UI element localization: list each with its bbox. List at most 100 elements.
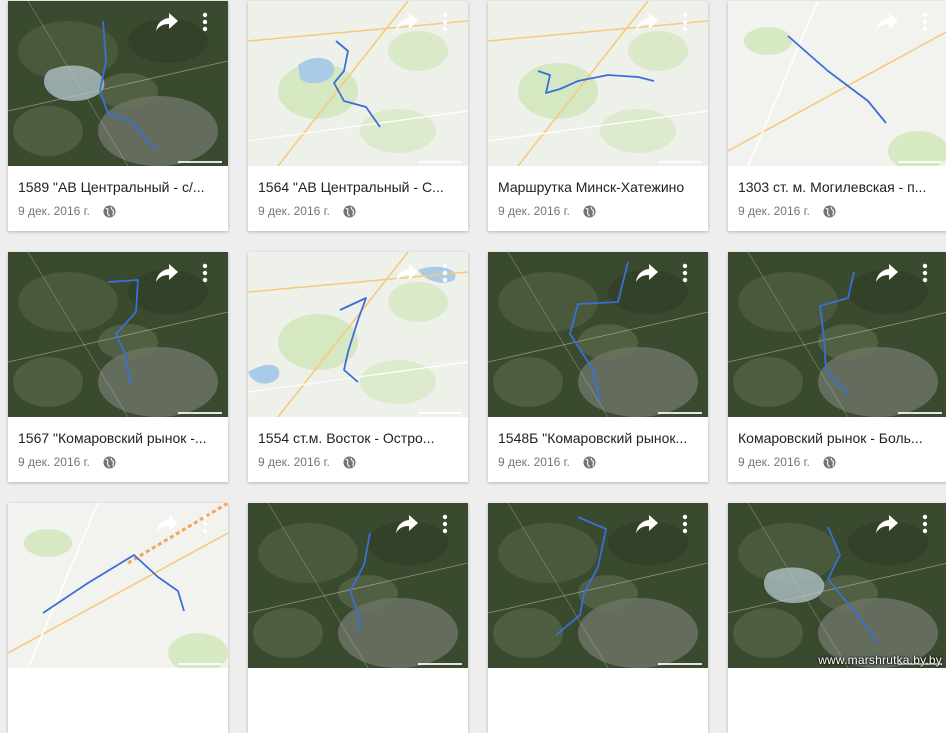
globe-icon [583,205,596,218]
globe-icon [583,456,596,469]
map-thumbnail[interactable] [8,1,228,166]
globe-icon [823,456,836,469]
map-thumbnail[interactable] [8,503,228,668]
share-icon[interactable] [154,513,180,535]
map-scale-bar [898,161,942,163]
more-vert-icon[interactable] [440,11,450,33]
share-icon[interactable] [634,262,660,284]
map-card[interactable] [728,503,946,733]
share-icon[interactable] [154,11,180,33]
map-card[interactable] [488,503,708,733]
map-card[interactable]: Комаровский рынок - Боль... 9 дек. 2016 … [728,252,946,482]
map-meta: 9 дек. 2016 г. [738,455,836,471]
map-meta [258,706,281,722]
share-icon[interactable] [874,11,900,33]
map-thumbnail[interactable] [248,503,468,668]
map-card[interactable]: 1589 "АВ Центральный - с/... 9 дек. 2016… [8,1,228,231]
globe-icon [343,205,356,218]
map-thumbnail[interactable] [728,1,946,166]
map-date: 9 дек. 2016 г. [258,455,330,469]
map-scale-bar [898,412,942,414]
map-thumbnail[interactable] [248,1,468,166]
share-icon[interactable] [394,513,420,535]
map-date: 9 дек. 2016 г. [18,204,90,218]
map-card[interactable]: 1554 ст.м. Восток - Остро... 9 дек. 2016… [248,252,468,482]
more-vert-icon[interactable] [200,262,210,284]
map-date: 9 дек. 2016 г. [498,204,570,218]
map-card[interactable]: 1564 "АВ Центральный - С... 9 дек. 2016 … [248,1,468,231]
map-title[interactable]: 1548Б "Комаровский рынок... [498,430,702,446]
map-meta: 9 дек. 2016 г. [498,204,596,220]
map-scale-bar [178,161,222,163]
map-date: 9 дек. 2016 г. [18,455,90,469]
map-title[interactable]: 1564 "АВ Центральный - С... [258,179,462,195]
share-icon[interactable] [634,513,660,535]
map-scale-bar [178,663,222,665]
globe-icon [823,205,836,218]
more-vert-icon[interactable] [440,513,450,535]
map-thumbnail[interactable] [488,503,708,668]
map-card[interactable]: 1303 ст. м. Могилевская - п... 9 дек. 20… [728,1,946,231]
map-card[interactable]: 1548Б "Комаровский рынок... 9 дек. 2016 … [488,252,708,482]
share-icon[interactable] [874,513,900,535]
map-meta: 9 дек. 2016 г. [258,455,356,471]
map-title[interactable]: 1554 ст.м. Восток - Остро... [258,430,462,446]
map-scale-bar [658,412,702,414]
map-card-grid: 1589 "АВ Центральный - с/... 9 дек. 2016… [0,0,946,733]
share-icon[interactable] [154,262,180,284]
watermark: www.marshrutka.by.by [818,653,942,667]
share-icon[interactable] [394,262,420,284]
more-vert-icon[interactable] [200,513,210,535]
map-card[interactable]: 1567 "Комаровский рынок -... 9 дек. 2016… [8,252,228,482]
map-card[interactable] [8,503,228,733]
share-icon[interactable] [634,11,660,33]
more-vert-icon[interactable] [680,11,690,33]
map-thumbnail[interactable] [248,252,468,417]
map-thumbnail[interactable] [488,252,708,417]
globe-icon [508,707,521,720]
map-date: 9 дек. 2016 г. [258,204,330,218]
globe-icon [268,707,281,720]
map-title[interactable]: Комаровский рынок - Боль... [738,430,942,446]
map-thumbnail[interactable] [728,252,946,417]
map-meta [18,706,41,722]
more-vert-icon[interactable] [680,262,690,284]
map-meta: 9 дек. 2016 г. [258,204,356,220]
map-date: 9 дек. 2016 г. [738,204,810,218]
map-scale-bar [178,412,222,414]
map-title[interactable]: 1303 ст. м. Могилевская - п... [738,179,942,195]
more-vert-icon[interactable] [920,262,930,284]
more-vert-icon[interactable] [920,11,930,33]
globe-icon [103,205,116,218]
map-scale-bar [418,412,462,414]
map-thumbnail[interactable] [8,252,228,417]
globe-icon [748,707,761,720]
map-title[interactable]: Маршрутка Минск-Хатежино [498,179,702,195]
map-meta: 9 дек. 2016 г. [18,204,116,220]
map-title[interactable]: 1589 "АВ Центральный - с/... [18,179,222,195]
more-vert-icon[interactable] [200,11,210,33]
more-vert-icon[interactable] [440,262,450,284]
more-vert-icon[interactable] [680,513,690,535]
map-thumbnail[interactable] [728,503,946,668]
share-icon[interactable] [874,262,900,284]
globe-icon [103,456,116,469]
map-scale-bar [418,663,462,665]
map-card[interactable]: Маршрутка Минск-Хатежино 9 дек. 2016 г. [488,1,708,231]
more-vert-icon[interactable] [920,513,930,535]
map-scale-bar [658,663,702,665]
map-meta: 9 дек. 2016 г. [18,455,116,471]
globe-icon [343,456,356,469]
map-meta [738,706,761,722]
map-scale-bar [418,161,462,163]
map-thumbnail[interactable] [488,1,708,166]
map-title[interactable]: 1567 "Комаровский рынок -... [18,430,222,446]
share-icon[interactable] [394,11,420,33]
map-meta [498,706,521,722]
map-date: 9 дек. 2016 г. [498,455,570,469]
map-meta: 9 дек. 2016 г. [498,455,596,471]
map-meta: 9 дек. 2016 г. [738,204,836,220]
globe-icon [28,707,41,720]
map-card[interactable] [248,503,468,733]
map-date: 9 дек. 2016 г. [738,455,810,469]
